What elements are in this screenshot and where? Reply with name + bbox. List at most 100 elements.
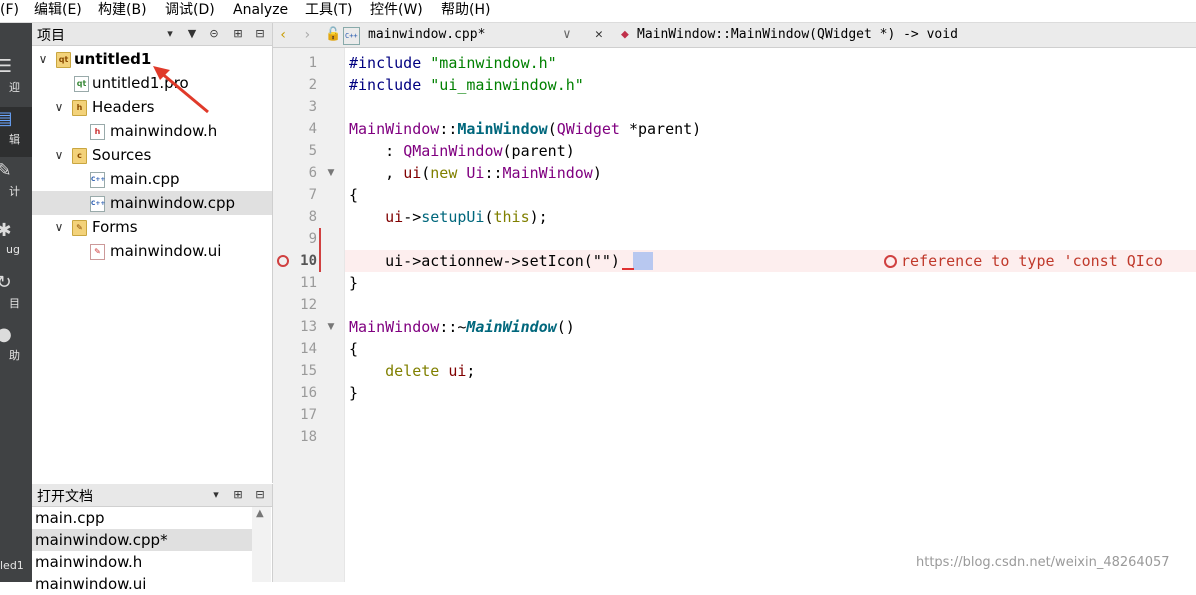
tree-label: mainwindow.cpp (110, 194, 236, 212)
line-number: 17 (300, 407, 317, 423)
menu-help[interactable]: 帮助(H) (441, 0, 490, 22)
pro-file-icon: qt (74, 76, 89, 92)
chevron-down-icon[interactable]: ∨ (52, 95, 66, 119)
chevron-up-icon[interactable]: ▲ (256, 508, 264, 519)
code-token: "mainwindow.h" (430, 54, 557, 72)
code-token: ui (403, 164, 422, 182)
tree-item-forms[interactable]: ∨ ✎ Forms (32, 215, 272, 239)
code-token: ui (385, 208, 404, 226)
mode-design-button[interactable]: ✎ 计 (0, 159, 32, 209)
open-doc-item[interactable]: mainwindow.cpp* (32, 529, 255, 551)
chevron-down-icon[interactable]: ∨ (52, 143, 66, 167)
chevron-down-icon[interactable]: ∨ (563, 23, 571, 47)
menu-build[interactable]: 构建(B) (98, 0, 147, 22)
menu-controls[interactable]: 控件(W) (370, 0, 423, 22)
code-token: MainWindow (466, 318, 557, 336)
fold-toggle-icon[interactable]: ▼ (325, 162, 337, 184)
menu-analyze[interactable]: Analyze (233, 0, 288, 22)
kit-selector-label[interactable]: led1 (0, 559, 24, 572)
link-icon[interactable]: ⊝ (206, 26, 222, 42)
code-token: , (349, 164, 404, 182)
menu-edit[interactable]: 编辑(E) (34, 0, 82, 22)
close-icon[interactable]: ✕ (595, 23, 603, 47)
tree-item-source-file[interactable]: C++ mainwindow.cpp (32, 191, 272, 215)
filter-icon[interactable]: ▼ (184, 26, 200, 42)
header-file-icon: h (90, 124, 105, 140)
back-arrow-icon[interactable]: ‹ (279, 23, 287, 47)
code-token: #include (349, 76, 422, 94)
symbol-dropdown[interactable]: MainWindow::MainWindow(QWidget *) -> voi… (637, 23, 958, 47)
mode-label-edit: 辑 (9, 133, 20, 146)
annotation-arrow-icon (153, 66, 209, 114)
text-selection (633, 252, 653, 270)
chevron-down-icon[interactable]: ∨ (36, 47, 50, 71)
line-number: 6 (308, 165, 317, 181)
split-icon[interactable]: ⊞ (230, 26, 246, 42)
line-number: 9 (308, 231, 317, 247)
menu-bar: (F) 编辑(E) 构建(B) 调试(D) Analyze 工具(T) 控件(W… (0, 0, 1196, 23)
code-editor[interactable]: #include "mainwindow.h" #include "ui_mai… (345, 48, 1196, 582)
view-dropdown-icon[interactable]: ▾ (208, 487, 224, 503)
close-pane-icon[interactable]: ⊟ (252, 26, 268, 42)
open-doc-item[interactable]: mainwindow.ui (32, 573, 255, 595)
watermark-text: https://blog.csdn.net/weixin_48264057 (916, 555, 1170, 570)
folder-icon: c (72, 148, 87, 164)
line-number: 3 (308, 99, 317, 115)
mode-debug-button[interactable]: ✱ ug (0, 219, 32, 269)
line-number: 7 (308, 187, 317, 203)
line-number: 5 (308, 143, 317, 159)
line-number: 13 (300, 319, 317, 335)
code-token: setupUi (421, 208, 485, 226)
code-token: delete (385, 362, 440, 380)
line-number: 8 (308, 209, 317, 225)
code-token: ; (466, 362, 476, 380)
view-dropdown-icon[interactable]: ▾ (162, 26, 178, 42)
line-number: 16 (300, 385, 317, 401)
open-doc-item[interactable]: mainwindow.h (32, 551, 255, 573)
code-token: Ui (466, 164, 485, 182)
tree-label: mainwindow.ui (110, 242, 222, 260)
editor-toolbar: ‹ › 🔓 C++ mainwindow.cpp* ∨ ✕ ◆ MainWind… (273, 23, 1196, 48)
menu-debug[interactable]: 调试(D) (165, 0, 215, 22)
mode-welcome-button[interactable]: ☰ 迎 (0, 55, 32, 105)
code-token: "ui_mainwindow.h" (430, 76, 584, 94)
fold-toggle-icon[interactable]: ▼ (325, 316, 337, 338)
close-pane-icon[interactable]: ⊟ (252, 487, 268, 503)
code-token: ( (484, 208, 494, 226)
menu-tools[interactable]: 工具(T) (305, 0, 352, 22)
code-line-4: MainWindow::MainWindow(QWidget *parent) (349, 118, 701, 140)
forward-arrow-icon[interactable]: › (303, 23, 311, 47)
code-token: #include (349, 54, 422, 72)
tree-item-source-file[interactable]: C++ main.cpp (32, 167, 272, 191)
tree-item-sources[interactable]: ∨ c Sources (32, 143, 272, 167)
open-docs-scrollbar[interactable]: ▲ (252, 507, 271, 582)
line-number: 11 (300, 275, 317, 291)
code-token: -> (403, 208, 422, 226)
code-token: : (349, 142, 404, 160)
cpp-file-icon: C++ (90, 172, 105, 188)
menu-file[interactable]: (F) (0, 0, 19, 22)
mode-help-button[interactable]: ● 助 (0, 323, 32, 373)
code-token: MainWindow (349, 120, 440, 138)
mode-projects-button[interactable]: ↻ 目 (0, 271, 32, 321)
split-icon[interactable]: ⊞ (230, 487, 246, 503)
line-number: 4 (308, 121, 317, 137)
current-file-dropdown[interactable]: mainwindow.cpp* (368, 23, 485, 47)
error-message: reference to type 'const QIco (901, 252, 1163, 270)
tree-item-header-file[interactable]: h mainwindow.h (32, 119, 272, 143)
error-annotation-text[interactable]: reference to type 'const QIco (883, 250, 1163, 272)
method-icon: ◆ (621, 27, 629, 42)
mode-label-debug: ug (6, 243, 20, 256)
open-doc-item[interactable]: main.cpp (32, 507, 255, 529)
chevron-down-icon[interactable]: ∨ (52, 215, 66, 239)
code-token: QWidget (556, 120, 620, 138)
lock-icon: 🔓 (325, 27, 342, 42)
tree-label: untitled1 (74, 50, 152, 68)
open-docs-header: 打开文档 ▾ ⊞ ⊟ (32, 484, 272, 507)
tree-item-form-file[interactable]: ✎ mainwindow.ui (32, 239, 272, 263)
welcome-icon: ☰ (0, 56, 13, 77)
mode-label-welcome: 迎 (9, 81, 20, 94)
debug-icon: ✱ (0, 220, 12, 241)
mode-edit-button[interactable]: ▤ 辑 (0, 107, 32, 157)
